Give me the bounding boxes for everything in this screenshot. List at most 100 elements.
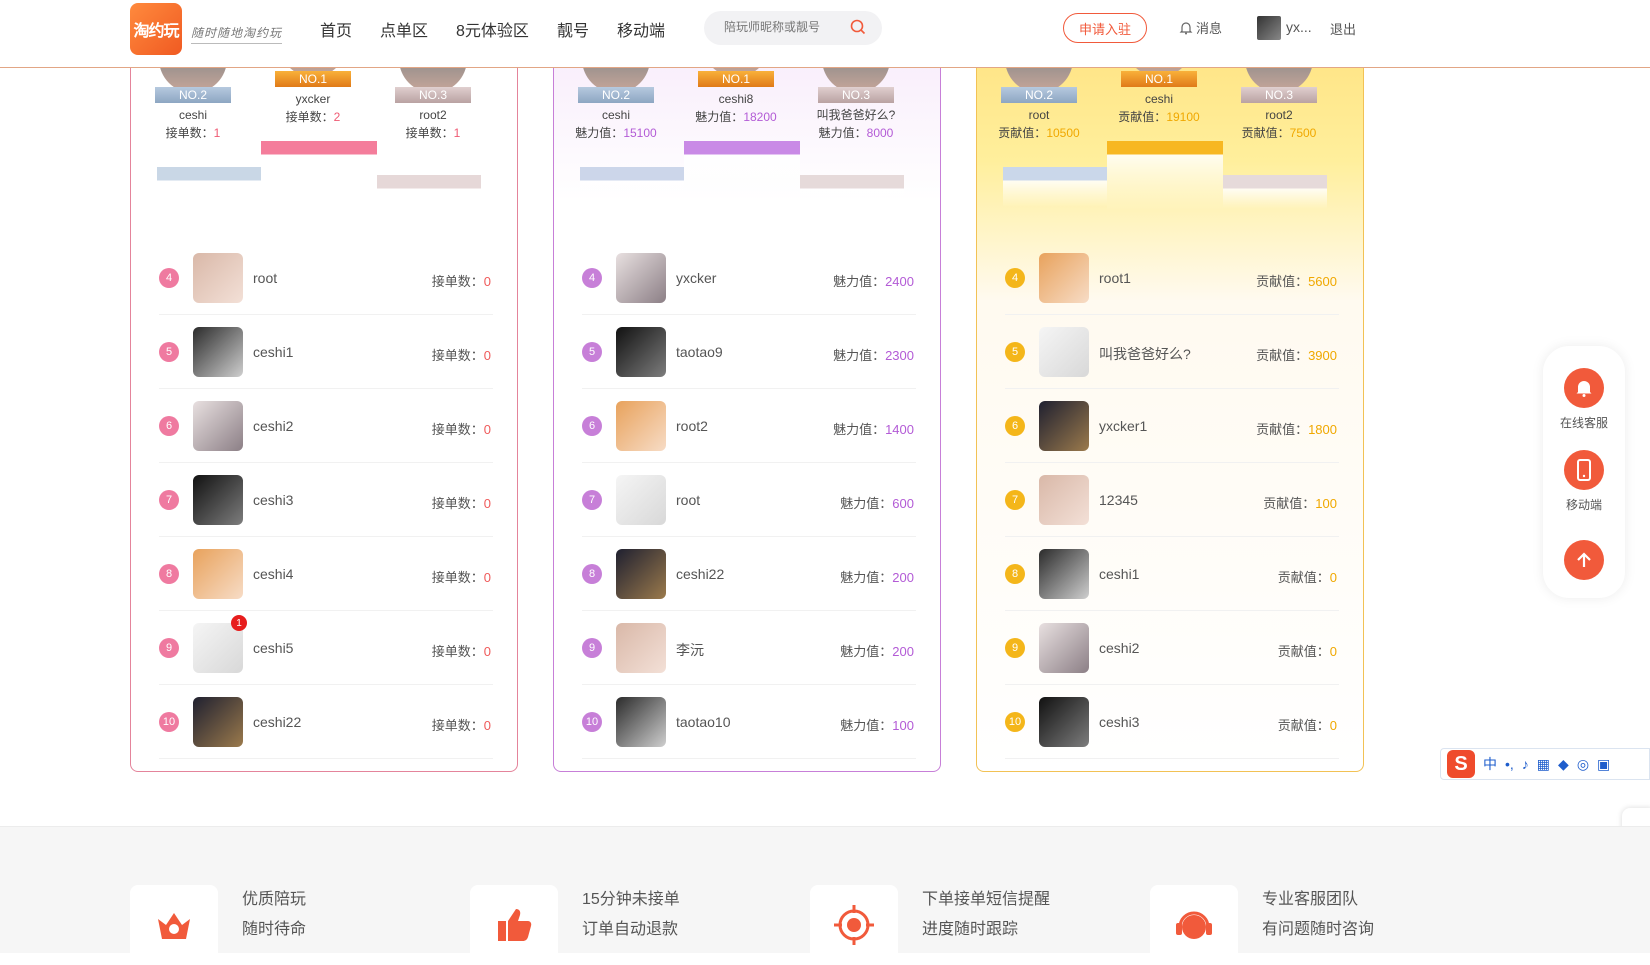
player-name[interactable]: 12345 [1099, 492, 1138, 508]
avatar[interactable] [616, 327, 666, 377]
list-item[interactable]: 7 ceshi3 接单数：0 [159, 463, 493, 537]
back-to-top-button[interactable] [1543, 540, 1625, 580]
list-item[interactable]: 4 root 接单数：0 [159, 241, 493, 315]
avatar[interactable] [616, 623, 666, 673]
list-item[interactable]: 8 ceshi1 贡献值：0 [1005, 537, 1339, 611]
player-name[interactable]: ceshi22 [676, 566, 724, 582]
player-name[interactable]: yxcker [676, 270, 716, 286]
player-name[interactable]: root [253, 270, 277, 286]
score-label: 接单数： [285, 110, 334, 124]
avatar[interactable] [193, 475, 243, 525]
avatar[interactable] [1039, 623, 1089, 673]
list-item[interactable]: 9 李沅 魅力值：200 [582, 611, 916, 685]
feature-title: 下单接单短信提醒 [922, 891, 1051, 908]
score-label: 接单数： [405, 126, 454, 140]
score-label: 接单数： [431, 348, 484, 363]
list-item[interactable]: 5 叫我爸爸好么? 贡献值：3900 [1005, 315, 1339, 389]
player-name[interactable]: root [676, 492, 700, 508]
list-item[interactable]: 4 root1 贡献值：5600 [1005, 241, 1339, 315]
list-item[interactable]: 9 ceshi5 接单数：0 1 [159, 611, 493, 685]
avatar[interactable] [193, 401, 243, 451]
player-name[interactable]: ceshi22 [253, 714, 301, 730]
player-name[interactable]: ceshi3 [253, 492, 293, 508]
ime-toolbar[interactable]: S 中 •, ♪ ▦ ◆ ◎ ▣ [1440, 748, 1650, 780]
player-name[interactable]: yxcker1 [1099, 418, 1147, 434]
list-item[interactable]: 8 ceshi4 接单数：0 [159, 537, 493, 611]
avatar[interactable] [1039, 475, 1089, 525]
list-item[interactable]: 7 root 魅力值：600 [582, 463, 916, 537]
avatar[interactable] [616, 697, 666, 747]
rank-number: 9 [582, 638, 602, 658]
score-value: 0 [1329, 644, 1337, 659]
list-item[interactable]: 7 12345 贡献值：100 [1005, 463, 1339, 537]
avatar[interactable] [193, 253, 243, 303]
score: 魅力值：1400 [833, 419, 914, 438]
board-orders: NO.2 ceshi 接单数：1 NO.1 yxcker 接单数：2 NO.3 root2 接单… [130, 40, 518, 772]
list-item[interactable]: 6 root2 魅力值：1400 [582, 389, 916, 463]
list-item[interactable]: 10 ceshi3 贡献值：0 [1005, 685, 1339, 759]
list-item[interactable]: 4 yxcker 魅力值：2400 [582, 241, 916, 315]
avatar[interactable] [1039, 549, 1089, 599]
player-name[interactable]: root2 [676, 418, 708, 434]
rank-number: 10 [582, 712, 602, 732]
avatar[interactable] [616, 401, 666, 451]
list-item[interactable]: 5 taotao9 魅力值：2300 [582, 315, 916, 389]
avatar[interactable] [616, 549, 666, 599]
list-item[interactable]: 6 ceshi2 接单数：0 [159, 389, 493, 463]
arrow-up-icon [1564, 540, 1604, 580]
user-name[interactable]: yx... [1286, 19, 1312, 35]
mobile-button[interactable]: 移动端 [1543, 450, 1625, 513]
avatar[interactable] [1039, 401, 1089, 451]
nav-home[interactable]: 首页 [320, 17, 352, 41]
score-label: 魅力值： [818, 126, 867, 140]
logout-link[interactable]: 退出 [1330, 19, 1356, 38]
apply-join-button[interactable]: 申请入驻 [1063, 13, 1147, 43]
online-service-button[interactable]: 在线客服 [1543, 368, 1625, 431]
mobile-label: 移动端 [1565, 498, 1602, 512]
player-name[interactable]: taotao9 [676, 344, 723, 360]
site-logo[interactable]: 淘约玩 [130, 3, 182, 55]
avatar[interactable] [616, 475, 666, 525]
messages-link[interactable]: 消息 [1179, 18, 1222, 37]
player-name[interactable]: taotao10 [676, 714, 731, 730]
player-name[interactable]: 叫我爸爸好么? [1099, 344, 1191, 364]
score: 魅力值：600 [840, 493, 914, 512]
search-icon[interactable] [850, 19, 866, 35]
list-item[interactable]: 8 ceshi22 魅力值：200 [582, 537, 916, 611]
player-name[interactable]: root1 [1099, 270, 1131, 286]
avatar[interactable] [1039, 253, 1089, 303]
podium-name: yxcker [295, 92, 331, 106]
messages-label: 消息 [1196, 21, 1223, 36]
player-name[interactable]: ceshi1 [1099, 566, 1139, 582]
avatar[interactable] [1039, 697, 1089, 747]
list-item[interactable]: 6 yxcker1 贡献值：1800 [1005, 389, 1339, 463]
avatar[interactable] [193, 697, 243, 747]
avatar[interactable] [193, 549, 243, 599]
nav-order-zone[interactable]: 点单区 [380, 17, 428, 41]
avatar[interactable] [1039, 327, 1089, 377]
player-name[interactable]: ceshi3 [1099, 714, 1139, 730]
player-name[interactable]: ceshi2 [1099, 640, 1139, 656]
avatar[interactable] [193, 327, 243, 377]
score-label: 接单数： [431, 496, 484, 511]
nav-trial-zone[interactable]: 8元体验区 [456, 17, 529, 41]
player-name[interactable]: ceshi1 [253, 344, 293, 360]
nav-pretty-number[interactable]: 靓号 [557, 17, 589, 41]
player-name[interactable]: ceshi5 [253, 640, 293, 656]
score-label: 贡献值： [1241, 126, 1290, 140]
list-item[interactable]: 9 ceshi2 贡献值：0 [1005, 611, 1339, 685]
list-item[interactable]: 10 ceshi22 接单数：0 [159, 685, 493, 759]
rank-number: 7 [159, 490, 179, 510]
podium-base [1003, 167, 1107, 207]
podium-score: 接单数：1 [383, 126, 483, 140]
feature-desc: 进度随时跟踪 [922, 921, 1019, 938]
avatar[interactable] [616, 253, 666, 303]
nav-mobile[interactable]: 移动端 [617, 17, 665, 41]
user-avatar[interactable] [1257, 16, 1281, 40]
player-name[interactable]: 李沅 [676, 640, 704, 660]
search-input[interactable] [724, 20, 844, 34]
player-name[interactable]: ceshi4 [253, 566, 293, 582]
list-item[interactable]: 10 taotao10 魅力值：100 [582, 685, 916, 759]
player-name[interactable]: ceshi2 [253, 418, 293, 434]
list-item[interactable]: 5 ceshi1 接单数：0 [159, 315, 493, 389]
